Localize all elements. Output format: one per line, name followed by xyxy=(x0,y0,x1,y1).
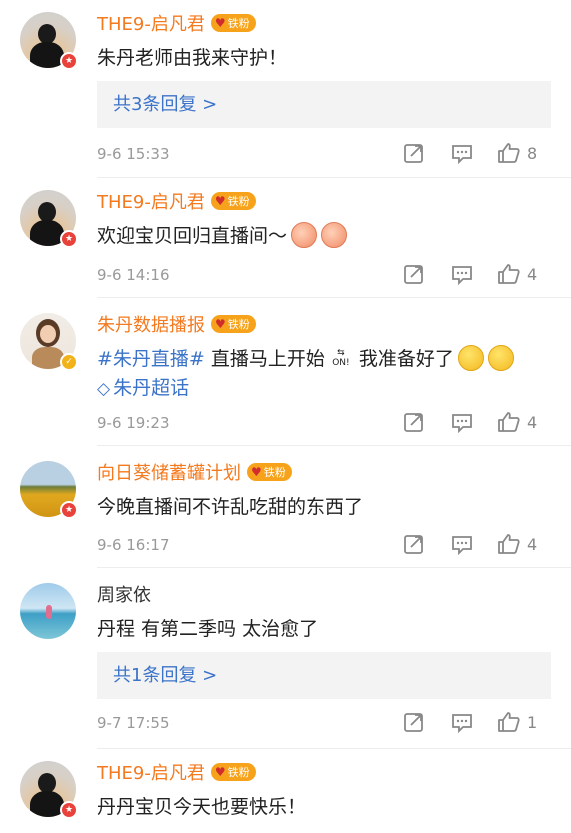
pink-face-emoji xyxy=(291,221,318,248)
comment-icon[interactable] xyxy=(451,263,473,287)
like-icon xyxy=(498,412,520,432)
comment-text: 欢迎宝贝回归直播间～ xyxy=(97,221,348,250)
like-icon xyxy=(498,264,520,284)
divider xyxy=(97,177,571,178)
comment-time: 9-6 15:33 xyxy=(97,145,170,163)
pink-face-emoji xyxy=(321,221,348,248)
reply-link[interactable]: 共3条回复 > xyxy=(97,81,551,128)
like-count: 1 xyxy=(527,713,538,732)
comment-time: 9-7 17:55 xyxy=(97,714,170,732)
divider xyxy=(97,748,571,749)
comment-text: 丹程 有第二季吗 太治愈了 xyxy=(97,618,319,640)
like-icon xyxy=(498,534,520,554)
share-icon[interactable] xyxy=(403,711,425,735)
fan-badge: ♥ 铁粉 xyxy=(211,315,256,333)
scared-face-emoji xyxy=(487,344,514,371)
comment-actions: 4 xyxy=(403,533,553,557)
avatar-verify-badge: ★ xyxy=(60,52,78,70)
avatar-verify-badge: ★ xyxy=(60,801,78,819)
username[interactable]: 向日葵储蓄罐计划 ♥ 铁粉 xyxy=(97,461,292,487)
like-count: 4 xyxy=(527,413,538,432)
share-icon[interactable] xyxy=(403,263,425,287)
share-icon[interactable] xyxy=(403,142,425,166)
divider xyxy=(97,567,571,568)
username[interactable]: THE9-启凡君 ♥ 铁粉 xyxy=(97,761,256,787)
comment-text: 朱丹老师由我来守护！ xyxy=(97,47,288,69)
like-button[interactable]: 1 xyxy=(497,711,553,735)
like-icon xyxy=(498,712,520,732)
avatar-verify-badge: ★ xyxy=(60,501,78,519)
username[interactable]: 朱丹数据播报 ♥ 铁粉 xyxy=(97,313,256,339)
comment-text: 今晚直播间不许乱吃甜的东西了 xyxy=(97,496,364,518)
fan-badge: ♥ 铁粉 xyxy=(210,192,256,210)
comment-actions: 8 xyxy=(403,142,553,166)
reply-link[interactable]: 共1条回复 > xyxy=(97,652,551,699)
like-button[interactable]: 4 xyxy=(497,411,553,435)
comment-actions: 4 xyxy=(403,263,553,287)
like-count: 4 xyxy=(527,535,538,554)
comment-icon[interactable] xyxy=(451,711,473,735)
like-button[interactable]: 4 xyxy=(497,263,553,287)
topic-link[interactable]: #朱丹直播# xyxy=(97,348,205,370)
avatar-verify-badge: ✓ xyxy=(60,353,78,371)
share-icon[interactable] xyxy=(403,411,425,435)
like-count: 8 xyxy=(527,144,538,163)
heart-icon: ♥ xyxy=(214,194,226,208)
avatar[interactable] xyxy=(20,583,76,639)
comment-icon[interactable] xyxy=(451,411,473,435)
heart-icon: ♥ xyxy=(214,765,226,779)
like-button[interactable]: 8 xyxy=(497,142,553,166)
comment-time: 9-6 16:17 xyxy=(97,536,170,554)
fan-badge: ♥ 铁粉 xyxy=(247,463,292,481)
divider xyxy=(97,445,571,446)
heart-icon: ♥ xyxy=(215,317,226,331)
scared-face-emoji xyxy=(457,344,484,371)
username[interactable]: THE9-启凡君 ♥ 铁粉 xyxy=(97,12,256,38)
comment-icon[interactable] xyxy=(451,142,473,166)
heart-icon: ♥ xyxy=(251,465,262,479)
comment-actions: 1 xyxy=(403,711,553,735)
heart-icon: ♥ xyxy=(214,16,226,30)
username[interactable]: 周家依 xyxy=(97,583,151,609)
on-arrow-icon: ⇆ ON! xyxy=(332,347,350,368)
comment-time: 9-6 19:23 xyxy=(97,414,170,432)
super-topic-link[interactable]: ◇ 朱丹超话 xyxy=(97,374,189,403)
divider xyxy=(97,297,571,298)
username[interactable]: THE9-启凡君 ♥ 铁粉 xyxy=(97,190,256,216)
like-icon xyxy=(498,143,520,163)
comment-text: 丹丹宝贝今天也要快乐！ xyxy=(97,796,307,818)
diamond-icon: ◇ xyxy=(97,379,111,399)
comment-time: 9-6 14:16 xyxy=(97,266,170,284)
fan-badge: ♥ 铁粉 xyxy=(210,763,256,781)
like-button[interactable]: 4 xyxy=(497,533,553,557)
share-icon[interactable] xyxy=(403,533,425,557)
fan-badge: ♥ 铁粉 xyxy=(210,14,256,32)
avatar-verify-badge: ★ xyxy=(60,230,78,248)
comment-icon[interactable] xyxy=(451,533,473,557)
comment-text: #朱丹直播# 直播马上开始 ⇆ ON! 我准备好了 xyxy=(97,344,514,373)
like-count: 4 xyxy=(527,265,538,284)
comment-actions: 4 xyxy=(403,411,553,435)
